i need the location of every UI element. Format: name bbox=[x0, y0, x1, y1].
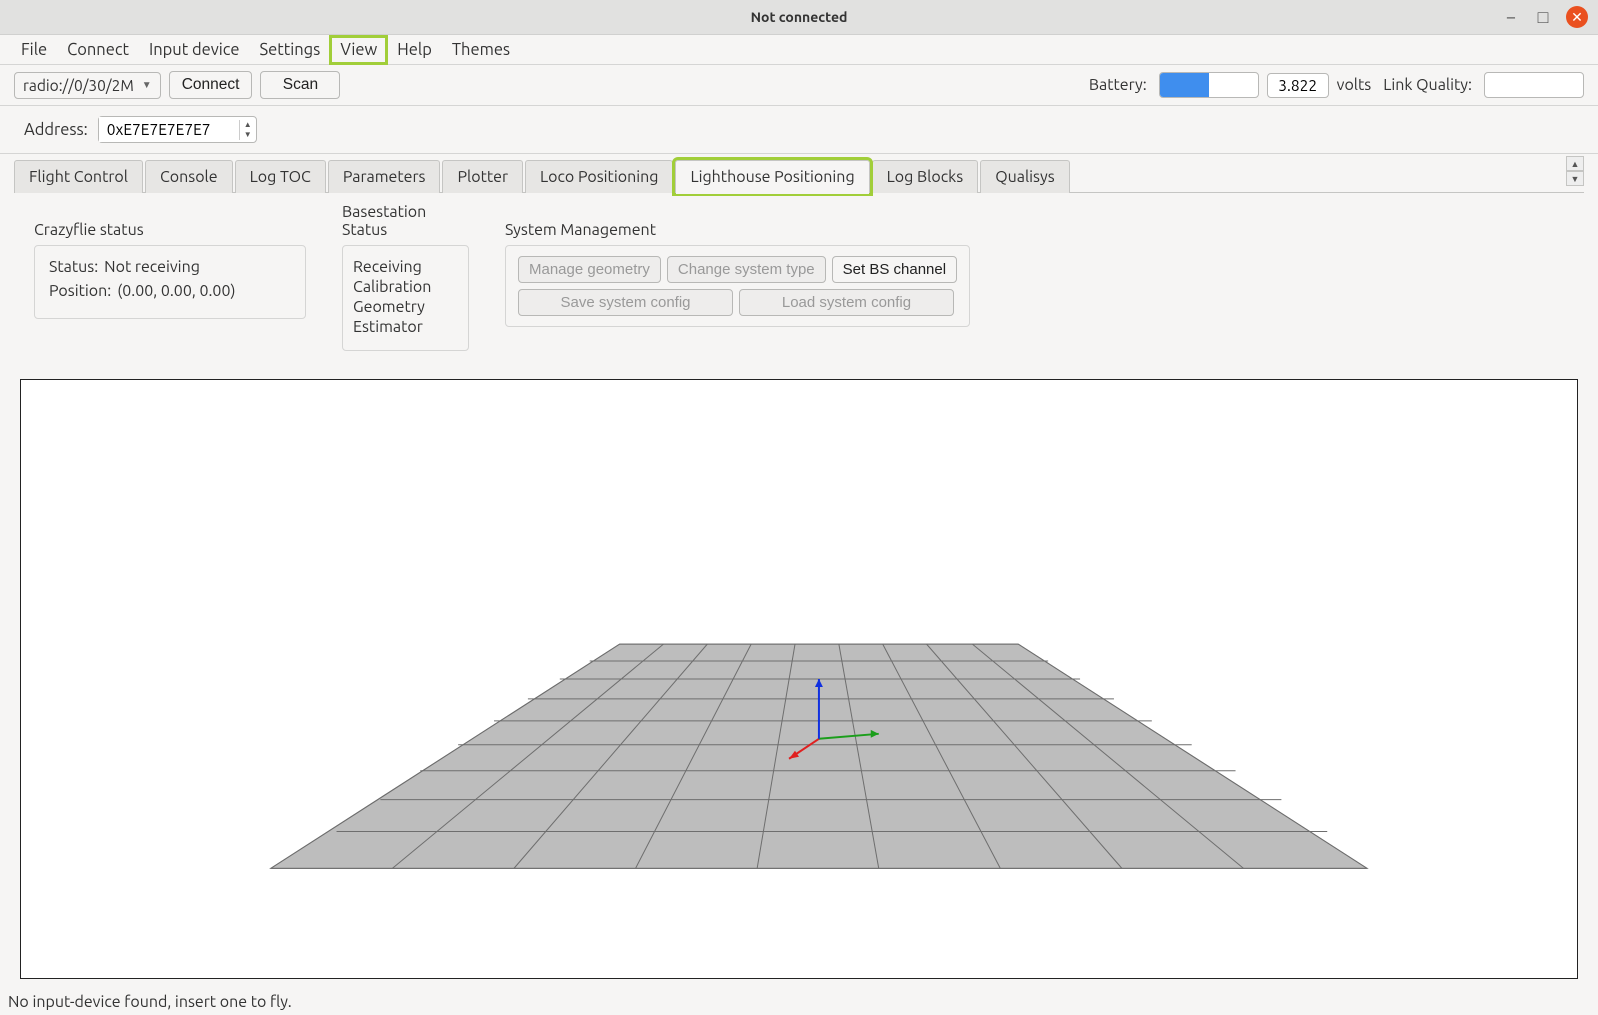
menu-settings[interactable]: Settings bbox=[251, 37, 330, 63]
address-input[interactable] bbox=[99, 117, 239, 142]
link-quality-label: Link Quality: bbox=[1383, 76, 1472, 94]
menu-input-device[interactable]: Input device bbox=[140, 37, 249, 63]
tabbar: Flight Control Console Log TOC Parameter… bbox=[0, 154, 1598, 193]
minimize-icon[interactable]: − bbox=[1502, 8, 1520, 26]
chevron-down-icon: ▼ bbox=[142, 79, 152, 91]
uri-value: radio://0/30/2M bbox=[23, 77, 134, 94]
statusbar: No input-device found, insert one to fly… bbox=[0, 989, 1598, 1015]
battery-label: Battery: bbox=[1089, 76, 1147, 94]
set-bs-channel-button[interactable]: Set BS channel bbox=[832, 256, 957, 283]
bs-geometry: Geometry bbox=[353, 298, 458, 316]
crazyflie-status-group: Crazyflie status Status: Not receiving P… bbox=[20, 221, 320, 333]
statusbar-text: No input-device found, insert one to fly… bbox=[8, 993, 292, 1011]
menu-file[interactable]: File bbox=[12, 37, 56, 63]
basestation-status-group: Basestation Status Receiving Calibration… bbox=[328, 203, 483, 367]
window-controls: − □ ✕ bbox=[1502, 6, 1588, 28]
top-panels: Crazyflie status Status: Not receiving P… bbox=[20, 203, 1578, 367]
tab-scroll: ▲ ▼ bbox=[1566, 156, 1584, 186]
tab-qualisys[interactable]: Qualisys bbox=[980, 160, 1069, 193]
battery-bar bbox=[1159, 72, 1259, 98]
tab-parameters[interactable]: Parameters bbox=[328, 160, 441, 193]
bs-estimator: Estimator bbox=[353, 318, 458, 336]
titlebar: Not connected − □ ✕ bbox=[0, 0, 1598, 35]
status-label: Status: bbox=[49, 258, 98, 276]
menu-themes[interactable]: Themes bbox=[443, 37, 519, 63]
connect-button[interactable]: Connect bbox=[169, 71, 253, 99]
position-label: Position: bbox=[49, 282, 111, 300]
manage-geometry-button[interactable]: Manage geometry bbox=[518, 256, 661, 283]
battery-fill bbox=[1160, 73, 1209, 97]
status-value: Not receiving bbox=[104, 258, 200, 276]
app-window: Not connected − □ ✕ File Connect Input d… bbox=[0, 0, 1598, 1015]
tab-loco-positioning[interactable]: Loco Positioning bbox=[525, 160, 673, 193]
tab-plotter[interactable]: Plotter bbox=[442, 160, 523, 193]
load-system-config-button[interactable]: Load system config bbox=[739, 289, 954, 316]
tab-console[interactable]: Console bbox=[145, 160, 233, 193]
scan-button[interactable]: Scan bbox=[260, 71, 340, 99]
menubar: File Connect Input device Settings View … bbox=[0, 35, 1598, 65]
window-title: Not connected bbox=[751, 9, 848, 25]
close-icon[interactable]: ✕ bbox=[1566, 6, 1588, 28]
spinner-buttons: ▲ ▼ bbox=[239, 120, 256, 140]
bs-receiving: Receiving bbox=[353, 258, 458, 276]
tab-scroll-up-icon[interactable]: ▲ bbox=[1566, 156, 1584, 171]
menu-connect[interactable]: Connect bbox=[58, 37, 138, 63]
change-system-type-button[interactable]: Change system type bbox=[667, 256, 826, 283]
tab-content: Crazyflie status Status: Not receiving P… bbox=[0, 193, 1598, 989]
save-system-config-button[interactable]: Save system config bbox=[518, 289, 733, 316]
basestation-status-title: Basestation Status bbox=[342, 203, 469, 239]
tab-log-toc[interactable]: Log TOC bbox=[235, 160, 326, 193]
spinner-up-icon[interactable]: ▲ bbox=[240, 120, 256, 130]
position-value: (0.00, 0.00, 0.00) bbox=[117, 282, 235, 300]
menu-help[interactable]: Help bbox=[388, 37, 441, 63]
crazyflie-status-title: Crazyflie status bbox=[34, 221, 306, 239]
bs-calibration: Calibration bbox=[353, 278, 458, 296]
toolbar: radio://0/30/2M ▼ Connect Scan Battery: … bbox=[0, 65, 1598, 106]
battery-value: 3.822 bbox=[1267, 73, 1329, 98]
tab-flight-control[interactable]: Flight Control bbox=[14, 160, 143, 193]
system-management-title: System Management bbox=[505, 221, 970, 239]
tab-log-blocks[interactable]: Log Blocks bbox=[872, 160, 979, 193]
volts-label: volts bbox=[1337, 76, 1372, 94]
maximize-icon[interactable]: □ bbox=[1534, 8, 1552, 26]
spinner-down-icon[interactable]: ▼ bbox=[240, 130, 256, 140]
address-spinner[interactable]: ▲ ▼ bbox=[98, 116, 257, 143]
tab-scroll-down-icon[interactable]: ▼ bbox=[1566, 171, 1584, 186]
address-row: Address: ▲ ▼ bbox=[0, 106, 1598, 154]
system-management-group: System Management Manage geometry Change… bbox=[491, 221, 984, 341]
uri-combo[interactable]: radio://0/30/2M ▼ bbox=[14, 72, 161, 99]
address-label: Address: bbox=[24, 121, 88, 139]
3d-viewport[interactable] bbox=[20, 379, 1578, 979]
tab-lighthouse-positioning[interactable]: Lighthouse Positioning bbox=[675, 160, 869, 193]
menu-view[interactable]: View bbox=[331, 37, 386, 63]
link-quality-bar bbox=[1484, 72, 1584, 98]
3d-grid-svg bbox=[21, 380, 1577, 978]
